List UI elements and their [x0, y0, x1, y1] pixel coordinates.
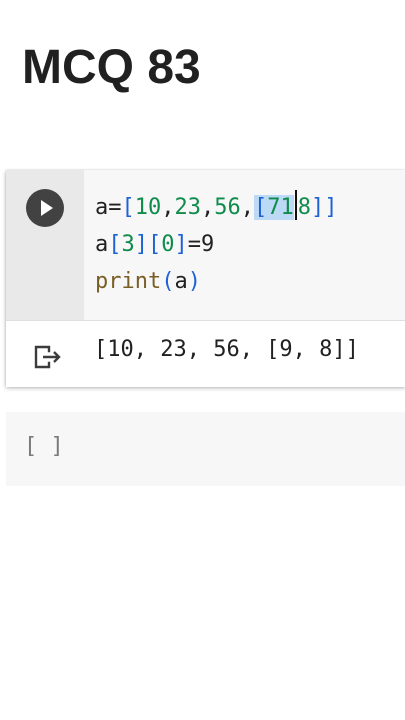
page-title: MCQ 83: [22, 41, 201, 94]
text-cursor: [294, 190, 297, 220]
output-redirect-icon[interactable]: [32, 342, 62, 372]
code-cell[interactable]: a=[10,23,56,[71 8]] a[3][0]=9 print(a) [1…: [6, 170, 405, 387]
run-cell-button[interactable]: [26, 189, 64, 227]
code-editor[interactable]: a=[10,23,56,[71 8]] a[3][0]=9 print(a): [84, 170, 405, 320]
code-line-1: a=[10,23,56,[71 8]]: [95, 190, 338, 220]
play-icon: [41, 200, 53, 216]
empty-code-cell[interactable]: [ ]: [6, 412, 405, 486]
code-line-2: a[3][0]=9: [95, 232, 215, 257]
cell-execution-count: [ ]: [24, 434, 64, 459]
code-text[interactable]: a=[10,23,56,[71 8]] a[3][0]=9 print(a): [95, 189, 338, 300]
cell-output: [10, 23, 56, [9, 8]]: [6, 320, 405, 387]
code-line-3: print(a): [95, 269, 201, 294]
cell-gutter: [6, 170, 84, 320]
text-selection: [71: [254, 195, 294, 220]
output-text: [10, 23, 56, [9, 8]]: [94, 337, 359, 362]
